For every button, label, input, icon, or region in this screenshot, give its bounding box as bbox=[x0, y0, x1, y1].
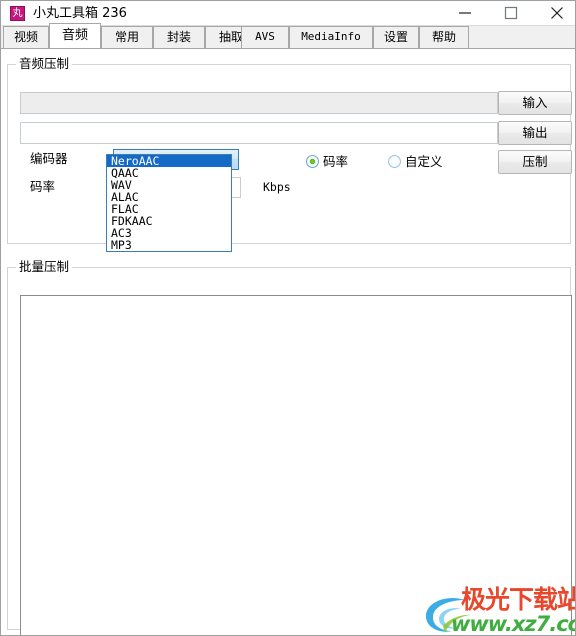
destination-file-input[interactable] bbox=[20, 122, 498, 144]
radio-unselected-icon bbox=[388, 155, 401, 168]
radio-bitrate-mode[interactable]: 码率 bbox=[306, 151, 348, 170]
batch-file-listbox[interactable] bbox=[20, 295, 572, 635]
application-window: 丸 小丸工具箱 236 视频 音频 常用 封装 抽取 AVS MediaInfo 设置 帮助 音… bbox=[0, 0, 576, 636]
maximize-icon bbox=[504, 6, 518, 20]
encoder-option[interactable]: MP3 bbox=[107, 239, 231, 251]
minimize-button[interactable] bbox=[442, 1, 488, 25]
encoder-dropdown-list[interactable]: NeroAAC QAAC WAV ALAC FLAC FDKAAC AC3 MP3 bbox=[106, 154, 232, 252]
tab-1[interactable]: 音频 bbox=[49, 23, 101, 48]
audio-encode-group-title: 音频压制 bbox=[16, 57, 73, 71]
kbps-unit-label: Kbps bbox=[263, 180, 291, 194]
encoder-label: 编码器 bbox=[30, 151, 68, 166]
batch-encode-group-title: 批量压制 bbox=[16, 260, 73, 274]
client-area: 音频压制 输入 输出 压制 编码器 码率 Kbps 码率 自定义 NeroAAC bbox=[1, 49, 575, 635]
tab-0[interactable]: 视频 bbox=[3, 26, 49, 48]
app-icon: 丸 bbox=[10, 6, 25, 21]
minimize-icon bbox=[459, 12, 471, 14]
encode-button[interactable]: 压制 bbox=[498, 150, 572, 174]
audio-encode-group: 音频压制 输入 输出 压制 编码器 码率 Kbps 码率 自定义 NeroAAC bbox=[7, 57, 572, 244]
tab-5[interactable]: AVS bbox=[241, 26, 289, 48]
source-file-input[interactable] bbox=[20, 92, 498, 114]
radio-custom-mode[interactable]: 自定义 bbox=[388, 151, 443, 170]
close-icon bbox=[551, 7, 563, 19]
tab-7[interactable]: 设置 bbox=[373, 26, 419, 48]
maximize-button[interactable] bbox=[488, 1, 534, 25]
bitrate-label: 码率 bbox=[30, 179, 56, 194]
input-button[interactable]: 输入 bbox=[498, 91, 572, 115]
tab-8[interactable]: 帮助 bbox=[419, 26, 469, 48]
batch-encode-group: 批量压制 新文件生成在源文件目录 添加 删除 清空 合并 批量压制 bbox=[7, 260, 572, 635]
tab-6[interactable]: MediaInfo bbox=[289, 26, 373, 48]
close-button[interactable] bbox=[534, 1, 575, 25]
radio-bitrate-mode-label: 码率 bbox=[323, 154, 349, 169]
radio-custom-mode-label: 自定义 bbox=[405, 154, 443, 169]
radio-selected-icon bbox=[306, 155, 319, 168]
output-button[interactable]: 输出 bbox=[498, 121, 572, 145]
tab-3[interactable]: 封装 bbox=[153, 26, 205, 48]
tab-bar: 视频 音频 常用 封装 抽取 AVS MediaInfo 设置 帮助 bbox=[1, 23, 575, 49]
window-title: 小丸工具箱 236 bbox=[33, 6, 127, 21]
tab-2[interactable]: 常用 bbox=[101, 26, 153, 48]
